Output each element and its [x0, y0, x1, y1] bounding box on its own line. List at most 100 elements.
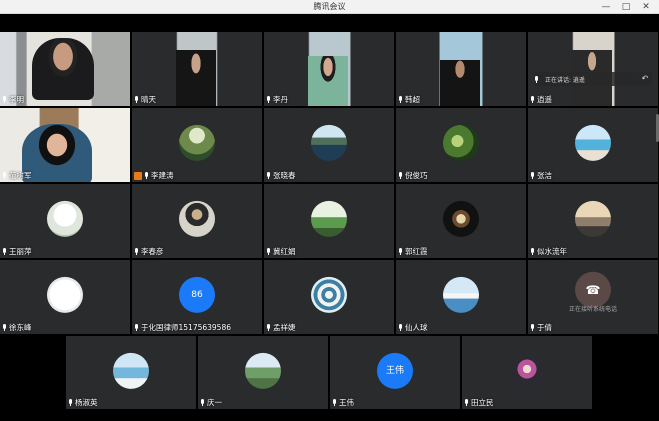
microphone-icon [530, 172, 535, 179]
participant-name-tag: 郭红霞 [398, 246, 428, 257]
participant-video-person [22, 124, 92, 182]
participant-avatar [179, 124, 215, 161]
participant-tile[interactable]: 杨淑英 [66, 336, 196, 409]
close-button[interactable]: ✕ [636, 0, 656, 14]
participant-avatar [311, 200, 347, 237]
microphone-icon [2, 324, 7, 331]
participant-tile[interactable]: 郭红霞 [396, 184, 526, 258]
participant-name-tag: 范树军 [2, 170, 32, 181]
microphone-icon [534, 75, 539, 83]
participant-avatar [575, 200, 611, 237]
participant-name: 张晓春 [273, 171, 296, 180]
participant-tile[interactable]: 倪俊巧 [396, 108, 526, 182]
participant-name-tag: 冀红娟 [266, 246, 296, 257]
speaking-text: 正在讲话: 逍遥 [545, 76, 585, 84]
participant-name: 王丽萍 [9, 247, 32, 256]
participant-tile[interactable]: 徐东峰 [0, 260, 130, 334]
participant-tile[interactable]: 张晓春 [264, 108, 394, 182]
window-title: 腾讯会议 [313, 2, 346, 11]
microphone-icon [398, 248, 403, 255]
participant-name-tag: 逍遥 [530, 94, 552, 105]
microphone-icon [266, 96, 271, 103]
participant-tile[interactable]: 冀红娟 [264, 184, 394, 258]
participant-name: 晴天 [141, 95, 156, 104]
participant-name: 杨淑英 [75, 398, 98, 407]
participant-name-tag: 李建涛 [134, 170, 174, 181]
participant-tile[interactable]: 王丽萍 [0, 184, 130, 258]
participant-name: 范树军 [9, 171, 32, 180]
participant-name-tag: 田立民 [464, 397, 494, 408]
participant-name: 仙人球 [405, 323, 428, 332]
participant-tile[interactable]: ☎ 正在接听系统电话 于倩 [528, 260, 658, 334]
microphone-icon [134, 324, 139, 331]
participant-tile[interactable]: 李丹 [264, 32, 394, 106]
participant-tile[interactable]: 孟祥婕 [264, 260, 394, 334]
participant-avatar [245, 352, 281, 389]
microphone-icon [2, 96, 7, 103]
participant-video-person [308, 56, 348, 106]
participant-name-tag: 仙人球 [398, 322, 428, 333]
participant-tile[interactable]: 李建涛 [132, 108, 262, 182]
participant-name-tag: 张晓春 [266, 170, 296, 181]
participant-avatar [179, 200, 215, 237]
participant-tile[interactable]: 王伟 王伟 [330, 336, 460, 409]
participant-name-tag: 王伟 [332, 397, 354, 408]
participant-tile[interactable]: 晴天 [132, 32, 262, 106]
participant-name-tag: 于化国律师15175639586 [134, 322, 231, 333]
participant-name: 冀红娟 [273, 247, 296, 256]
window-titlebar: 腾讯会议 — □ ✕ [0, 0, 659, 14]
participant-name-tag: 李明 [2, 94, 24, 105]
participant-avatar [509, 352, 545, 389]
participant-name: 李丹 [273, 95, 288, 104]
microphone-icon [266, 248, 271, 255]
return-arrow-icon[interactable]: ↶ [638, 72, 652, 86]
participant-name: 孟祥婕 [273, 323, 296, 332]
participant-tile[interactable]: 田立民 [462, 336, 592, 409]
participant-name-tag: 孟祥婕 [266, 322, 296, 333]
participant-name: 田立民 [471, 398, 494, 407]
maximize-button[interactable]: □ [616, 0, 636, 14]
participant-avatar [443, 124, 479, 161]
participant-avatar [47, 276, 83, 313]
participant-name: 于化国律师15175639586 [141, 323, 231, 332]
minimize-button[interactable]: — [596, 0, 616, 14]
participant-name-tag: 晴天 [134, 94, 156, 105]
participant-name: 似水流年 [537, 247, 567, 256]
microphone-icon [266, 172, 271, 179]
participant-avatar: 王伟 [377, 352, 413, 389]
participant-name-tag: 王丽萍 [2, 246, 32, 257]
participant-tile[interactable]: 86 于化国律师15175639586 [132, 260, 262, 334]
participant-name: 于倩 [537, 323, 552, 332]
microphone-icon [464, 399, 469, 406]
participant-name-tag: 李春彦 [134, 246, 164, 257]
participant-tile[interactable]: 李明 [0, 32, 130, 106]
participant-tile[interactable]: 仙人球 [396, 260, 526, 334]
microphone-icon [398, 172, 403, 179]
microphone-icon [68, 399, 73, 406]
microphone-icon [2, 172, 7, 179]
microphone-icon [530, 324, 535, 331]
participant-name: 倪俊巧 [405, 171, 428, 180]
microphone-icon [266, 324, 271, 331]
participant-name-tag: 倪俊巧 [398, 170, 428, 181]
participant-name: 张洁 [537, 171, 552, 180]
participant-tile[interactable]: 范树军 [0, 108, 130, 182]
phone-status-text: 正在接听系统电话 [568, 305, 617, 313]
participant-tile[interactable]: 庆一 [198, 336, 328, 409]
phone-call-avatar: ☎ [575, 271, 611, 308]
participant-tile[interactable]: 似水流年 [528, 184, 658, 258]
microphone-icon [398, 96, 403, 103]
participant-name-tag: 杨淑英 [68, 397, 98, 408]
participant-video-person [440, 60, 480, 106]
participant-tile[interactable]: 李春彦 [132, 184, 262, 258]
participant-tile[interactable]: 张洁 [528, 108, 658, 182]
participant-name-tag: 张洁 [530, 170, 552, 181]
microphone-icon [2, 248, 7, 255]
microphone-icon [530, 248, 535, 255]
participant-name: 李建涛 [151, 171, 174, 180]
microphone-icon [332, 399, 337, 406]
participant-tile[interactable]: 韩超 [396, 32, 526, 106]
participant-tile[interactable]: 正在讲话: 逍遥 ↶ 逍遥 [528, 32, 658, 106]
participant-avatar [443, 276, 479, 313]
participant-video-person [176, 50, 216, 106]
